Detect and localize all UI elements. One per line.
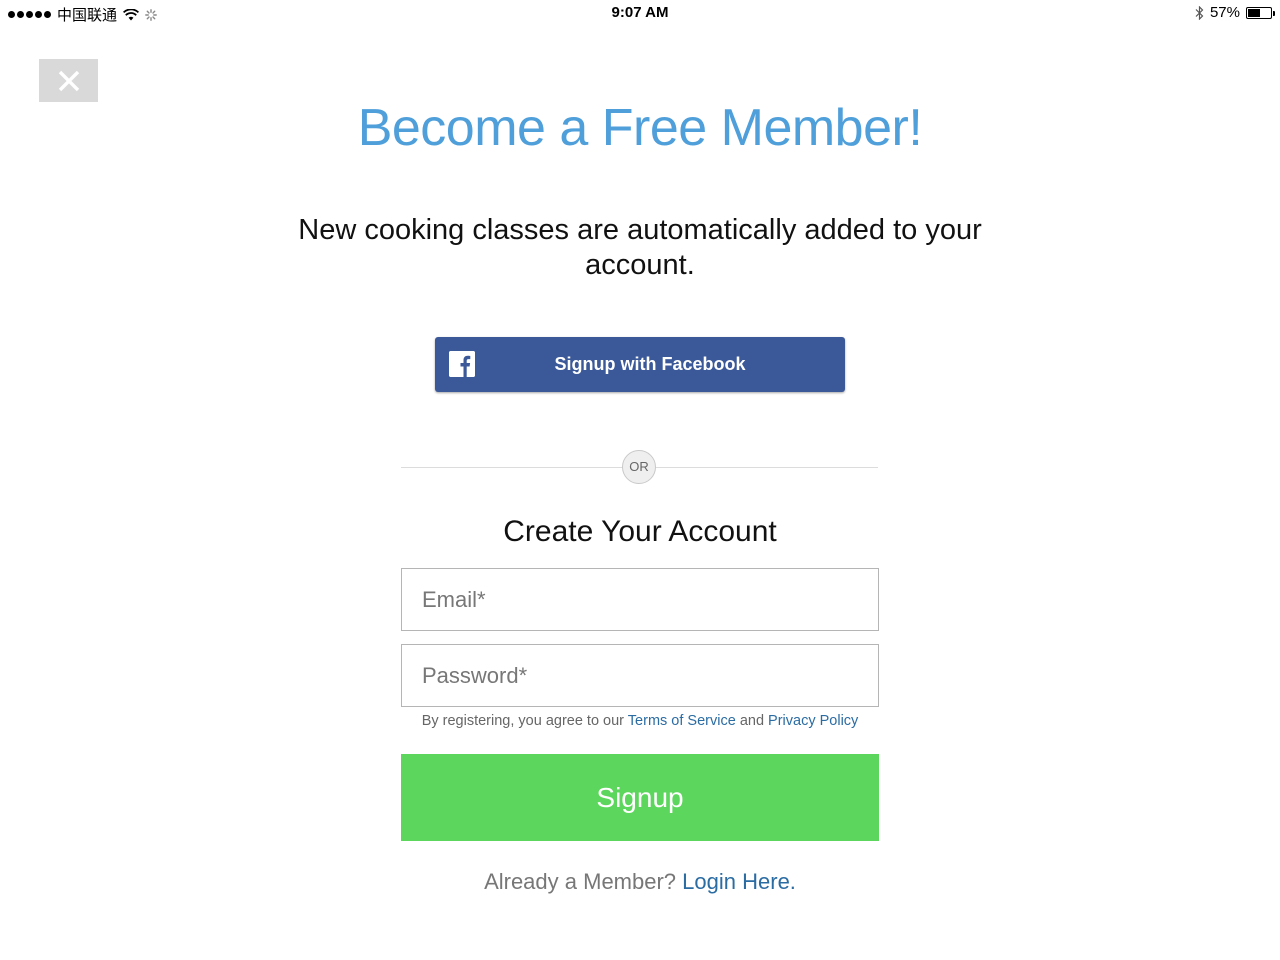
facebook-signup-label: Signup with Facebook: [554, 354, 746, 374]
close-button[interactable]: [39, 59, 98, 102]
terms-and: and: [739, 713, 765, 729]
privacy-policy-link[interactable]: Privacy Policy: [768, 713, 858, 729]
password-field[interactable]: [401, 644, 879, 707]
or-badge: OR: [622, 450, 656, 484]
signup-button[interactable]: Signup: [401, 754, 879, 841]
login-link[interactable]: Login Here.: [682, 869, 796, 894]
status-bar: 中国联通 9:07 AM 57%: [0, 0, 1280, 26]
login-prompt: Already a Member? Login Here.: [0, 869, 1280, 895]
signup-page: 中国联通 9:07 AM 57% Become a Free Member! N…: [0, 0, 1280, 960]
battery-percent: 57%: [1209, 4, 1240, 21]
create-account-title: Create Your Account: [503, 515, 777, 548]
terms-notice: By registering, you agree to our Terms o…: [401, 713, 879, 729]
terms-of-service-link[interactable]: Terms of Service: [628, 713, 736, 729]
bluetooth-icon: [1195, 5, 1204, 20]
close-icon: [58, 70, 79, 91]
battery-fill: [1248, 8, 1260, 17]
status-bar-right: 57%: [1195, 4, 1275, 21]
battery-icon: [1246, 6, 1275, 19]
email-field[interactable]: [401, 568, 879, 631]
terms-prefix: By registering, you agree to our: [421, 713, 625, 729]
status-time: 9:07 AM: [611, 4, 669, 21]
page-title: Become a Free Member!: [357, 99, 923, 157]
already-member-text: Already a Member?: [484, 869, 677, 894]
page-subtitle: New cooking classes are automatically ad…: [298, 214, 982, 281]
facebook-signup-button[interactable]: Signup with Facebook: [435, 337, 845, 392]
